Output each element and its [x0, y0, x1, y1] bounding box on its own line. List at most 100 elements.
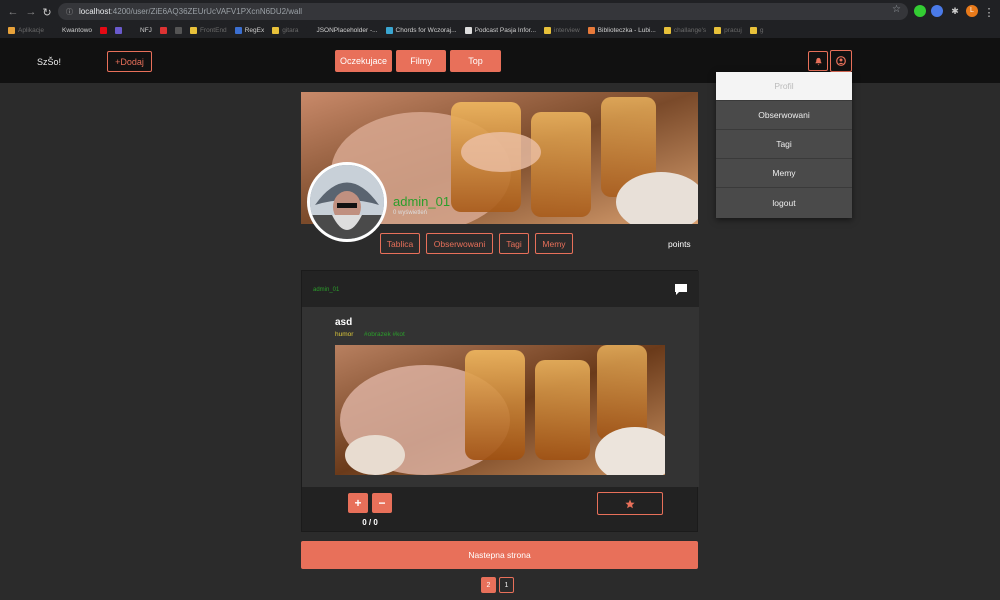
bookmark-label: RegEx — [244, 27, 265, 34]
page-button[interactable]: 1 — [499, 577, 514, 593]
user-menu-button[interactable] — [830, 50, 852, 72]
bookmark-label: Chords for Wczoraj... — [395, 27, 457, 34]
tab-filmy[interactable]: Filmy — [396, 50, 446, 72]
bookmark-icon — [544, 27, 552, 34]
tab-top[interactable]: Top — [450, 50, 501, 72]
bookmark-label: g — [759, 27, 764, 34]
page-button-current[interactable]: 2 — [481, 577, 496, 593]
address-bar[interactable]: ⓘ localhost:4200/user/ZiE6AQ36ZEUrUcVAFV… — [58, 3, 908, 20]
bookmark-icon — [115, 27, 123, 34]
bookmark-label: Biblioteczka - Lubi... — [597, 27, 656, 34]
bookmark-icon — [306, 27, 314, 34]
bookmark-label: Podcast Pasja Infor... — [474, 27, 537, 34]
bookmark-item[interactable] — [115, 27, 123, 34]
bookmark-item[interactable]: Aplikacje — [8, 27, 44, 34]
avatar — [307, 162, 387, 242]
notifications-button[interactable] — [808, 51, 828, 71]
profile-tab-tablica[interactable]: Tablica — [380, 233, 420, 254]
profile-tab-tagi[interactable]: Tagi — [499, 233, 529, 254]
user-dropdown-menu: Profil Obserwowani Tagi Memy logout — [716, 72, 852, 218]
bookmark-label: Aplikacje — [18, 27, 45, 34]
bookmark-item[interactable] — [100, 27, 108, 34]
lock-icon: ⓘ — [66, 8, 73, 16]
bookmark-icon — [663, 27, 671, 34]
bookmark-icon — [159, 27, 167, 34]
bookmark-item[interactable]: Chords for Wczoraj... — [385, 27, 457, 34]
bookmark-item[interactable] — [174, 27, 182, 34]
back-icon[interactable]: ← — [4, 3, 22, 21]
puzzle-icon[interactable]: ✱ — [949, 5, 961, 17]
url-host: localhost — [79, 7, 111, 16]
downvote-button[interactable]: − — [372, 493, 392, 513]
post-title[interactable]: asd — [335, 317, 352, 328]
bookmark-item[interactable]: Podcast Pasja Infor... — [464, 27, 537, 34]
user-circle-icon — [836, 56, 846, 66]
bookmark-label: FrontEnd — [199, 27, 227, 34]
dropdown-item-tagi[interactable]: Tagi — [716, 130, 852, 159]
post-header: admin_01 — [302, 271, 699, 307]
bookmark-item[interactable]: FrontEnd — [189, 27, 227, 34]
bookmark-item[interactable]: Biblioteczka - Lubi... — [587, 27, 656, 34]
dropdown-item-obserwowani[interactable]: Obserwowani — [716, 101, 852, 130]
bookmark-item[interactable]: JSONPlaceholder -... — [306, 27, 378, 34]
bookmark-item[interactable]: gitara — [272, 27, 298, 34]
bookmark-icon — [100, 27, 108, 34]
add-button[interactable]: +Dodaj — [107, 51, 152, 72]
bookmark-item[interactable]: g — [749, 27, 764, 34]
bookmarks-bar: Aplikacje Kwantowo NFJ FrontEnd RegEx gitara J… — [0, 23, 1000, 38]
comment-icon[interactable] — [674, 283, 688, 301]
post-category[interactable]: humor — [335, 331, 353, 338]
profile-tab-obserwowani[interactable]: Obserwowani — [426, 233, 493, 254]
bookmark-label: interview — [554, 27, 580, 34]
dropdown-item-logout[interactable]: logout — [716, 188, 852, 217]
points-label: points — [668, 239, 691, 249]
star-icon — [625, 499, 635, 508]
bookmark-icon — [587, 27, 595, 34]
bookmark-icon — [130, 27, 138, 34]
profile-avatar-icon[interactable]: L — [966, 5, 978, 17]
tab-oczekujace[interactable]: Oczekujace — [335, 50, 392, 72]
bookmark-star-icon[interactable]: ☆ — [892, 4, 901, 15]
post-author-link[interactable]: admin_01 — [313, 287, 339, 293]
translate-icon[interactable] — [931, 5, 943, 17]
bookmark-label: Kwantowo — [62, 27, 93, 34]
bookmark-icon — [272, 27, 280, 34]
bookmark-label: gitara — [282, 27, 299, 34]
bookmark-icon — [174, 27, 182, 34]
bookmark-icon — [234, 27, 242, 34]
bookmark-icon — [464, 27, 472, 34]
bookmark-item[interactable]: challange's — [663, 27, 707, 34]
bookmark-label: pracuj — [724, 27, 742, 34]
bookmark-item[interactable]: NFJ — [130, 27, 152, 34]
favorite-button[interactable] — [597, 492, 663, 515]
bookmark-item[interactable]: pracuj — [714, 27, 742, 34]
bookmark-label: JSONPlaceholder -... — [316, 27, 378, 34]
bookmark-item[interactable] — [159, 27, 167, 34]
browser-toolbar: ← → ↻ ⓘ localhost:4200/user/ZiE6AQ36ZEUr… — [0, 0, 1000, 23]
next-page-button[interactable]: Nastepna strona — [301, 541, 698, 569]
profile-username: admin_01 — [393, 194, 451, 209]
bookmark-label: NFJ — [140, 27, 152, 34]
bookmark-label: challange's — [673, 27, 707, 34]
post-card: admin_01 asd humor #obrazek #kot + − 0 /… — [301, 270, 699, 532]
extension-icon[interactable] — [914, 5, 926, 17]
brand-logo[interactable]: SzŠo! — [37, 57, 61, 67]
upvote-button[interactable]: + — [348, 493, 368, 513]
vote-score: 0 / 0 — [362, 518, 378, 527]
bell-icon — [814, 57, 822, 65]
bookmark-item[interactable]: RegEx — [234, 27, 265, 34]
url-path: :4200/user/ZiE6AQ36ZEUrUcVAFV1PXcnN6DU2/… — [110, 7, 303, 16]
bookmark-icon — [749, 27, 757, 34]
post-tags[interactable]: #obrazek #kot — [364, 331, 405, 338]
menu-icon[interactable]: ⋮ — [980, 3, 998, 21]
bookmark-item[interactable]: interview — [544, 27, 580, 34]
profile-tab-memy[interactable]: Memy — [535, 233, 573, 254]
bookmark-item[interactable]: Kwantowo — [52, 27, 92, 34]
post-image[interactable] — [335, 345, 665, 475]
dropdown-item-profil[interactable]: Profil — [716, 72, 852, 101]
bookmark-icon — [385, 27, 393, 34]
bookmark-icon — [189, 27, 197, 34]
dropdown-item-memy[interactable]: Memy — [716, 159, 852, 188]
bookmark-icon — [714, 27, 722, 34]
reload-icon[interactable]: ↻ — [38, 3, 56, 21]
